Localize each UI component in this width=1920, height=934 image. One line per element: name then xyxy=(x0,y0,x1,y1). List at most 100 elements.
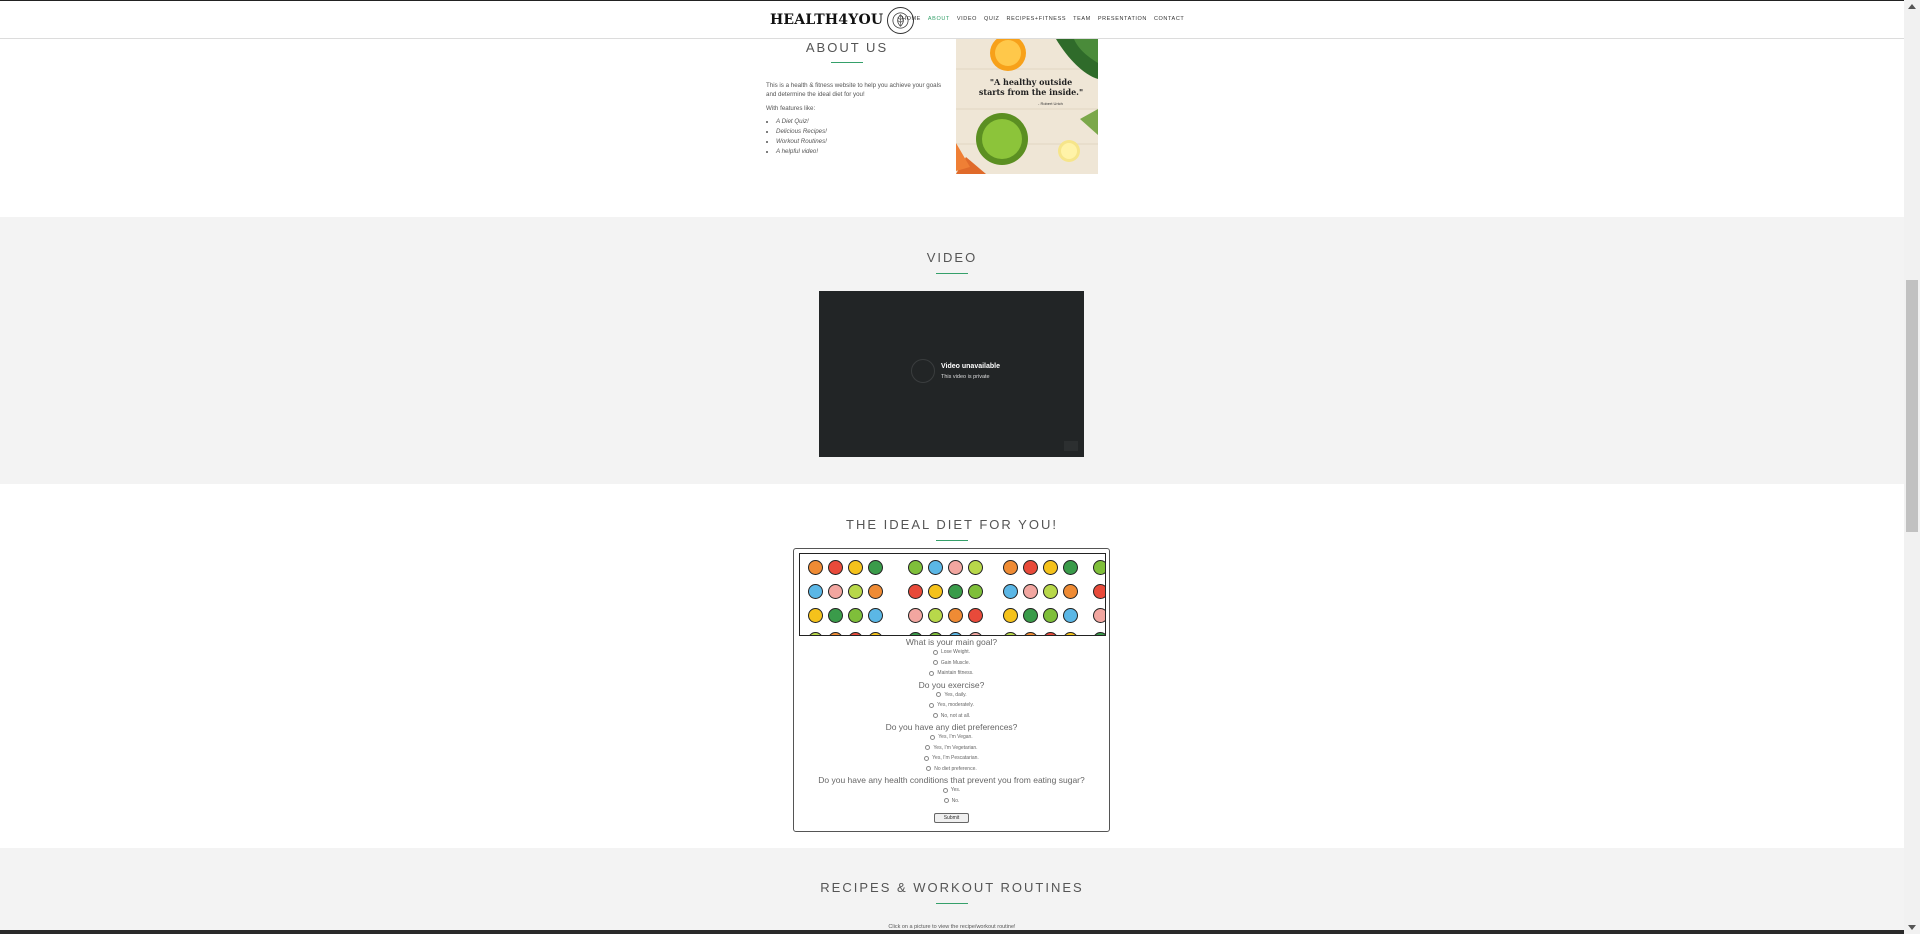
option-label: No, not at all. xyxy=(940,712,971,719)
radio-button[interactable] xyxy=(929,670,935,676)
option-row[interactable]: No diet preference. xyxy=(794,764,1109,775)
quiz-underline xyxy=(936,540,968,541)
food-icon xyxy=(808,608,823,623)
food-icon xyxy=(1003,584,1018,599)
top-navbar: HEALTH4YOU HOME ABOUT VIDEO QUIZ RECIPES… xyxy=(0,0,1904,39)
option-row[interactable]: Yes, I'm Pescatarian. xyxy=(794,753,1109,764)
option-row[interactable]: Yes, moderately. xyxy=(794,700,1109,711)
about-section: ABOUT US This is a health & fitness webs… xyxy=(0,39,1904,217)
option-row[interactable]: Yes. xyxy=(794,785,1109,796)
food-icon xyxy=(1023,608,1038,623)
feature-item: Workout Routines! xyxy=(776,137,942,147)
page-scrollbar[interactable] xyxy=(1904,0,1920,934)
quiz-form: What is your main goal? Lose Weight. Gai… xyxy=(793,548,1110,832)
recipes-underline xyxy=(936,903,968,904)
option-row[interactable]: Yes, I'm Vegetarian. xyxy=(794,743,1109,754)
option-label: Yes, moderately. xyxy=(937,702,974,709)
info-icon xyxy=(911,359,935,383)
main-nav: HOME ABOUT VIDEO QUIZ RECIPES+FITNESS TE… xyxy=(902,16,1184,22)
feature-item: A Diet Quiz! xyxy=(776,117,942,127)
video-section: VIDEO Video unavailable This video is pr… xyxy=(0,217,1904,484)
scroll-thumb[interactable] xyxy=(1906,280,1918,532)
option-label: Yes, I'm Pescatarian. xyxy=(932,755,979,762)
bottom-edge xyxy=(0,930,1904,934)
food-icon xyxy=(1023,584,1038,599)
radio-button[interactable] xyxy=(924,755,930,761)
food-icon xyxy=(908,608,923,623)
food-icon xyxy=(828,560,843,575)
image-quote: "A healthy outside starts from the insid… xyxy=(978,77,1084,97)
nav-home[interactable]: HOME xyxy=(902,16,921,22)
option-row[interactable]: Yes, daily. xyxy=(794,690,1109,701)
submit-button[interactable]: Submit xyxy=(933,813,970,823)
recipes-title: RECIPES & WORKOUT ROUTINES xyxy=(820,880,1084,895)
option-label: Gain Muscle. xyxy=(940,659,971,666)
radio-button[interactable] xyxy=(932,649,938,655)
radio-button[interactable] xyxy=(932,713,938,719)
nav-quiz[interactable]: QUIZ xyxy=(984,16,1000,22)
features-list: A Diet Quiz! Delicious Recipes! Workout … xyxy=(766,117,942,157)
food-icon xyxy=(1063,560,1078,575)
option-row[interactable]: Maintain fitness. xyxy=(794,668,1109,679)
nav-presentation[interactable]: PRESENTATION xyxy=(1098,16,1147,22)
about-underline xyxy=(831,62,863,63)
food-icon xyxy=(1003,608,1018,623)
about-features-label: With features like: xyxy=(766,105,816,112)
brand-name: HEALTH4YOU xyxy=(770,12,884,28)
food-icon xyxy=(948,560,963,575)
food-icon xyxy=(968,584,983,599)
brand[interactable]: HEALTH4YOU xyxy=(770,5,915,35)
video-player[interactable]: Video unavailable This video is private xyxy=(819,291,1084,457)
food-icon xyxy=(908,560,923,575)
scroll-up-arrow-icon[interactable] xyxy=(1908,4,1916,9)
option-row[interactable]: Lose Weight. xyxy=(794,647,1109,658)
nav-contact[interactable]: CONTACT xyxy=(1154,16,1184,22)
food-icon xyxy=(868,560,883,575)
food-icon xyxy=(948,608,963,623)
quiz-section: THE IDEAL DIET FOR YOU! What is your mai… xyxy=(0,484,1904,848)
youtube-logo-icon[interactable] xyxy=(1064,441,1078,451)
food-icon xyxy=(848,560,863,575)
nav-team[interactable]: TEAM xyxy=(1073,16,1091,22)
nav-video[interactable]: VIDEO xyxy=(957,16,977,22)
radio-button[interactable] xyxy=(936,692,942,698)
video-underline xyxy=(936,273,968,274)
video-unavailable-title: Video unavailable xyxy=(941,363,1001,370)
radio-button[interactable] xyxy=(925,745,931,751)
food-icon xyxy=(868,608,883,623)
radio-button[interactable] xyxy=(942,787,948,793)
food-icon xyxy=(808,560,823,575)
recipes-section: RECIPES & WORKOUT ROUTINES Click on a pi… xyxy=(0,848,1904,934)
food-icons-banner xyxy=(799,553,1106,636)
option-row[interactable]: Gain Muscle. xyxy=(794,658,1109,669)
food-icon xyxy=(928,560,943,575)
nav-recipes-fitness[interactable]: RECIPES+FITNESS xyxy=(1007,16,1067,22)
option-label: Yes. xyxy=(950,787,961,794)
food-icon xyxy=(1023,560,1038,575)
radio-button[interactable] xyxy=(926,766,932,772)
radio-button[interactable] xyxy=(929,702,935,708)
about-title: ABOUT US xyxy=(805,40,889,55)
video-title: VIDEO xyxy=(926,250,978,265)
food-icon xyxy=(1063,608,1078,623)
food-icon xyxy=(948,584,963,599)
food-icon xyxy=(928,608,943,623)
radio-button[interactable] xyxy=(932,660,938,666)
quiz-questions: What is your main goal? Lose Weight. Gai… xyxy=(794,636,1109,824)
radio-button[interactable] xyxy=(943,798,949,804)
question-label: Do you have any diet preferences? xyxy=(885,722,1018,732)
option-row[interactable]: No, not at all. xyxy=(794,711,1109,722)
option-label: Lose Weight. xyxy=(940,649,971,656)
radio-button[interactable] xyxy=(930,734,936,740)
food-icon xyxy=(968,560,983,575)
feature-item: A helpful video! xyxy=(776,147,942,157)
food-icon xyxy=(1003,560,1018,575)
food-icon xyxy=(1093,584,1105,599)
food-icon xyxy=(868,584,883,599)
option-row[interactable]: No. xyxy=(794,796,1109,807)
scroll-down-arrow-icon[interactable] xyxy=(1908,925,1916,930)
about-text: This is a health & fitness website to he… xyxy=(766,81,942,157)
nav-about[interactable]: ABOUT xyxy=(928,16,950,22)
image-quote-author: - Robert Urich xyxy=(1038,101,1063,106)
option-row[interactable]: Yes, I'm Vegan. xyxy=(794,732,1109,743)
